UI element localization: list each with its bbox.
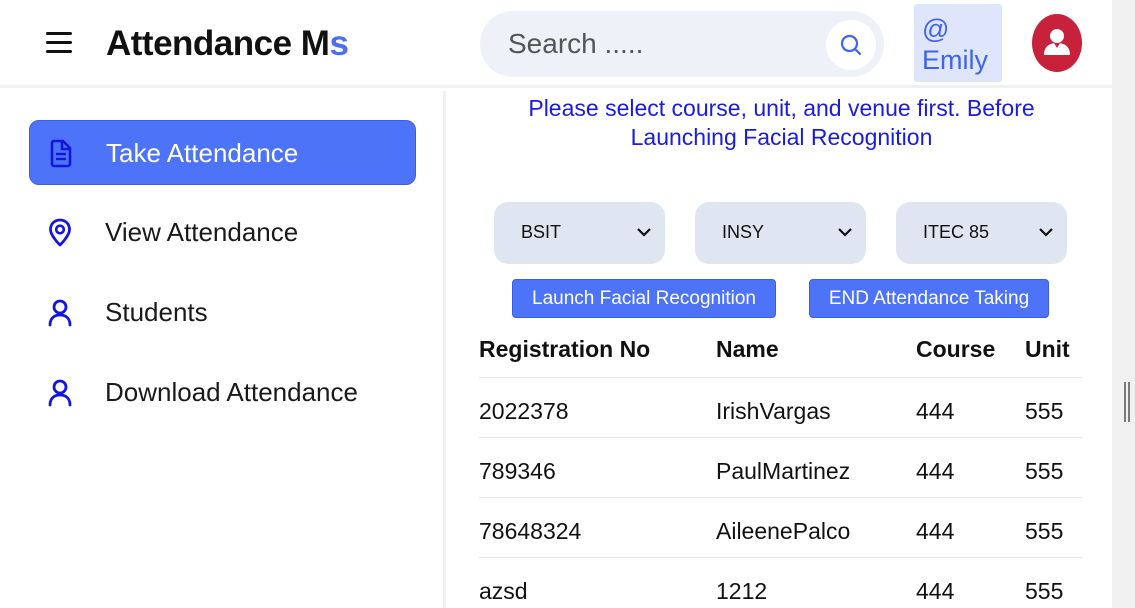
unit-select[interactable]: INSY [695,202,866,264]
user-tag-at: @ [922,14,950,44]
table-row: azsd 1212 444 555 [479,558,1082,608]
table-row: 78648324 AileenePalco 444 555 [479,498,1082,558]
scrollbar[interactable] [1112,0,1135,608]
search-icon [840,34,862,56]
hamburger-menu-icon[interactable] [46,32,72,54]
user-tag-name: Emily [922,45,988,75]
table-cell: 444 [916,458,955,484]
search-bar [480,11,884,77]
sidebar-item-take-attendance[interactable]: Take Attendance [29,120,416,185]
table-cell: AileenePalco [716,518,851,544]
venue-select[interactable]: ITEC 85 [896,202,1067,264]
table-cell: IrishVargas [716,398,831,424]
table-cell: 1212 [716,578,768,604]
app-title-accent: s [329,24,349,63]
table-row: 2022378 IrishVargas 444 555 [479,378,1082,438]
sidebar-item-label: View Attendance [105,217,299,247]
table-cell: 555 [1025,578,1064,604]
main-content: Please select course, unit, and venue fi… [449,91,1112,608]
document-icon [50,139,72,168]
table-cell: 555 [1025,518,1064,544]
venue-select-value: ITEC 85 [923,222,990,242]
course-select-value: BSIT [521,222,562,242]
user-avatar-icon [1044,29,1070,55]
table-cell: azsd [479,578,528,604]
table-cell: 789346 [479,458,556,484]
user-tag: @ Emily [914,4,1002,82]
user-icon [48,299,72,327]
chevron-down-icon [637,228,651,237]
table-cell: 2022378 [479,398,569,424]
sidebar: Take Attendance View Attendance Students… [0,91,446,608]
column-header: Name [716,336,779,362]
instruction-notice: Please select course, unit, and venue fi… [528,95,1035,150]
table-cell: 555 [1025,398,1064,424]
sidebar-item-label: Students [105,297,208,327]
course-select[interactable]: BSIT [494,202,665,264]
search-button[interactable] [826,20,876,70]
column-header: Course [916,336,996,362]
table-header-row: Registration No Name Course Unit [479,328,1082,378]
app-title-main: Attendance M [106,24,330,63]
table-cell: PaulMartinez [716,458,851,484]
attendance-table: Registration No Name Course Unit 2022378… [479,328,1082,608]
top-header: Attendance Ms @ Emily [0,0,1112,88]
sidebar-item-students[interactable]: Students [29,280,416,345]
sidebar-item-label: Download Attendance [105,377,358,407]
avatar[interactable] [1032,14,1082,72]
sidebar-item-download-attendance[interactable]: Download Attendance [29,360,416,425]
sidebar-item-label: Take Attendance [106,138,299,168]
table-cell: 78648324 [479,518,582,544]
search-input[interactable] [508,24,808,64]
column-header: Unit [1025,336,1070,362]
user-icon [48,379,72,407]
table-row: 789346 PaulMartinez 444 555 [479,438,1082,498]
chevron-down-icon [1039,228,1053,237]
chevron-down-icon [838,228,852,237]
sidebar-item-view-attendance[interactable]: View Attendance [29,200,416,265]
table-cell: 555 [1025,458,1064,484]
table-cell: 444 [916,518,955,544]
launch-facial-recognition-button[interactable]: Launch Facial Recognition [512,279,776,318]
location-pin-icon [49,218,71,247]
scrollbar-grip[interactable] [1124,382,1130,422]
unit-select-value: INSY [722,222,765,242]
table-cell: 444 [916,578,955,604]
column-header: Registration No [479,336,651,362]
app-title: Attendance Ms [106,24,349,64]
table-cell: 444 [916,398,955,424]
end-attendance-button[interactable]: END Attendance Taking [809,279,1049,318]
